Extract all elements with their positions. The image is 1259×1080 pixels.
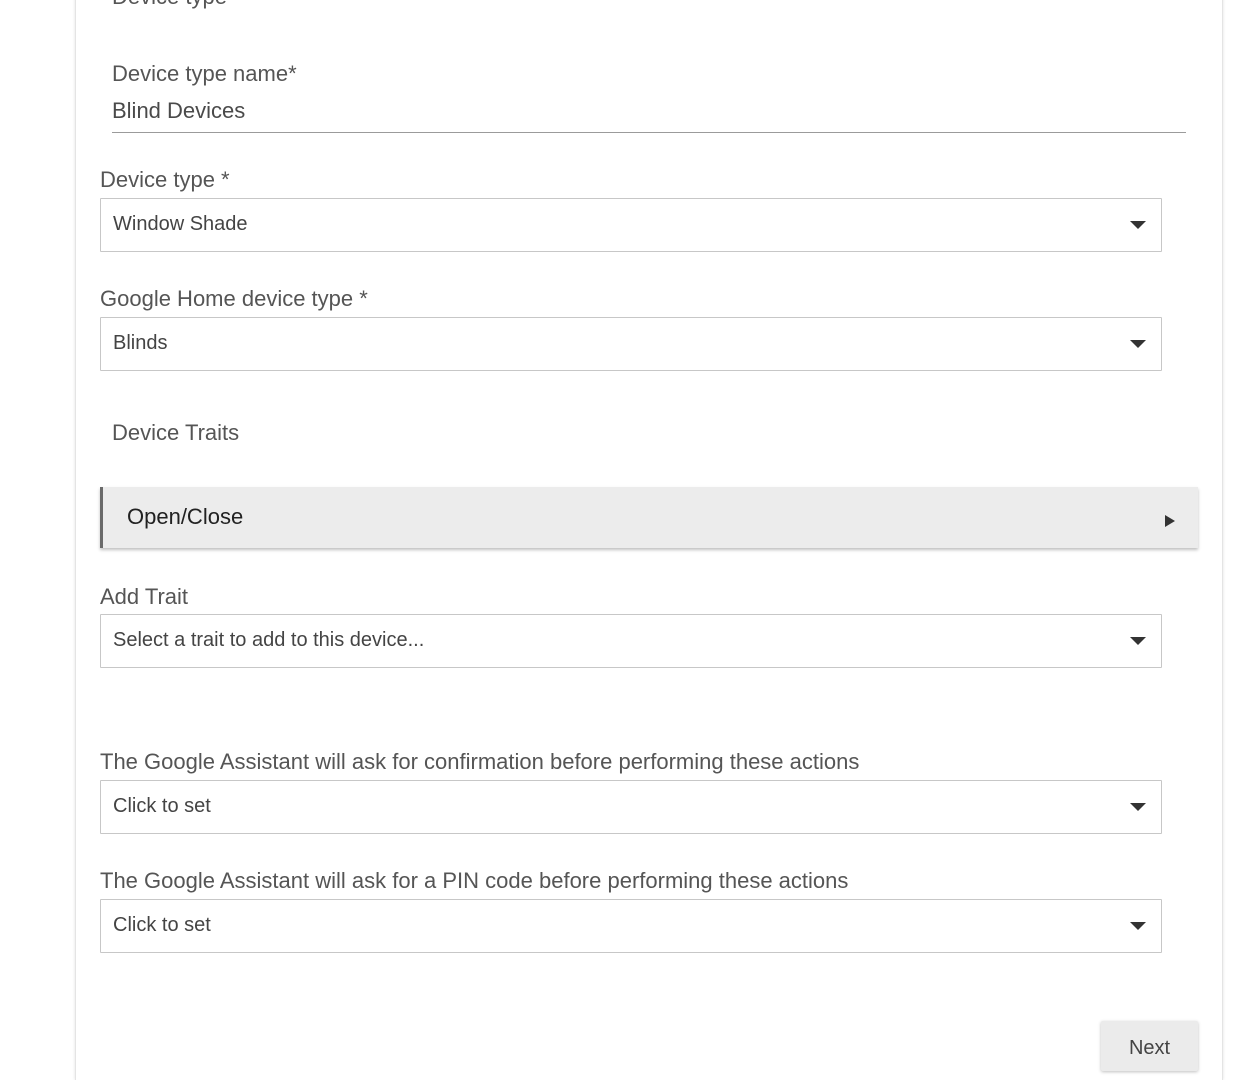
chevron-down-icon <box>1130 922 1146 930</box>
device-type-name-label: Device type name* <box>112 61 297 86</box>
device-type-value: Window Shade <box>113 213 248 235</box>
google-home-device-type-label: Google Home device type * <box>100 286 368 311</box>
section-heading: Device type <box>112 0 227 10</box>
device-traits-title: Device Traits <box>112 420 240 445</box>
next-button[interactable]: Next <box>1101 1021 1198 1071</box>
chevron-down-icon <box>1130 803 1146 811</box>
pin-code-select[interactable]: Click to set <box>100 899 1162 953</box>
chevron-down-icon <box>1130 637 1146 645</box>
add-trait-select[interactable]: Select a trait to add to this device... <box>100 614 1162 668</box>
add-trait-placeholder: Select a trait to add to this device... <box>113 629 425 651</box>
confirmation-label: The Google Assistant will ask for confir… <box>100 749 860 774</box>
google-home-device-type-value: Blinds <box>113 332 168 354</box>
trait-item-open-close[interactable]: Open/Close <box>100 487 1198 548</box>
device-type-select[interactable]: Window Shade <box>100 198 1162 252</box>
chevron-down-icon <box>1130 221 1146 229</box>
confirmation-value: Click to set <box>113 795 211 817</box>
add-trait-label: Add Trait <box>100 584 189 609</box>
chevron-down-icon <box>1130 340 1146 348</box>
trait-name: Open/Close <box>127 504 244 529</box>
triangle-right-icon[interactable] <box>1165 515 1175 527</box>
device-type-label: Device type * <box>100 167 230 192</box>
confirmation-select[interactable]: Click to set <box>100 780 1162 834</box>
pin-code-label: The Google Assistant will ask for a PIN … <box>100 868 849 893</box>
google-home-device-type-select[interactable]: Blinds <box>100 317 1162 371</box>
device-type-name-field[interactable]: Device type name* Blind Devices <box>112 60 1186 133</box>
device-type-name-input[interactable]: Blind Devices <box>112 98 245 124</box>
pin-code-value: Click to set <box>113 914 211 936</box>
